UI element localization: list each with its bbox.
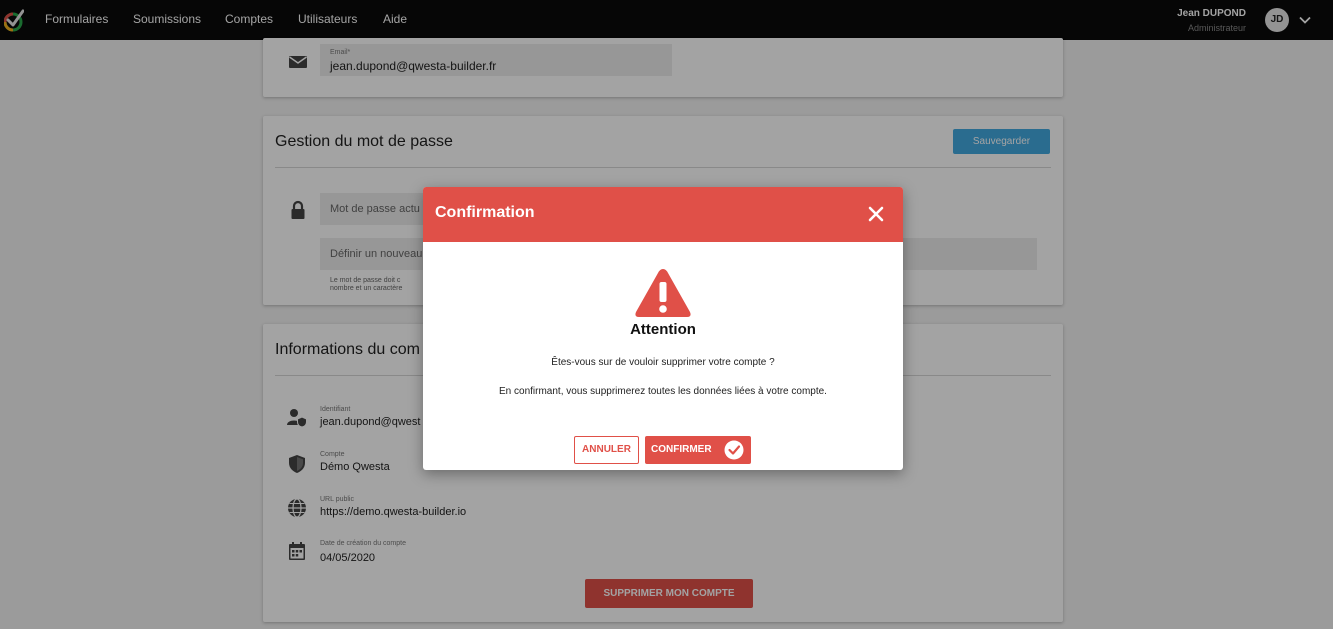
confirmation-message: Êtes-vous sur de vouloir supprimer votre… [551,357,775,368]
check-circle-icon [724,440,744,460]
modal-title: Confirmation [435,204,535,221]
attention-heading: Attention [630,321,696,338]
confirm-button[interactable]: CONFIRMER [645,436,751,464]
warning-icon [635,269,691,317]
close-icon[interactable] [866,204,886,224]
cancel-button[interactable]: ANNULER [574,436,639,464]
modal-header: Confirmation [423,187,903,242]
confirmation-dialog: Confirmation Attention Êtes-vous sur de … [423,187,903,470]
confirm-button-label: CONFIRMER [651,444,712,455]
warning-message: En confirmant, vous supprimerez toutes l… [499,386,827,397]
